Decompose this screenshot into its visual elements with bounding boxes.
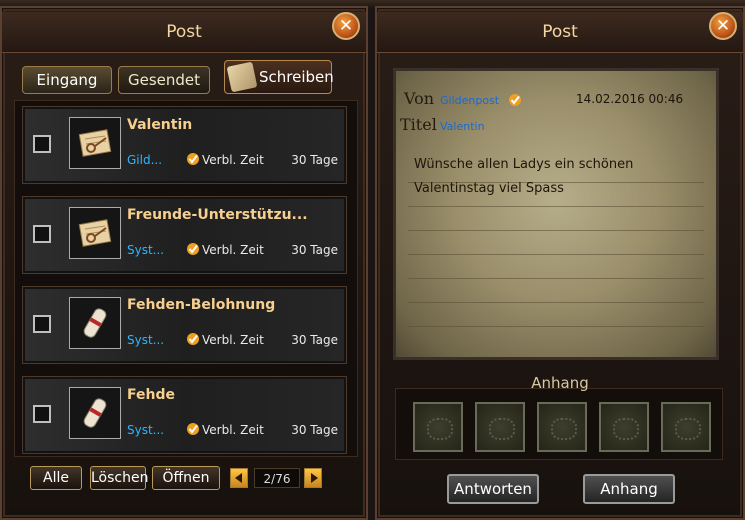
open-button[interactable]: Öffnen: [152, 466, 220, 490]
delete-button[interactable]: Löschen: [90, 466, 148, 490]
write-button[interactable]: Schreiben: [224, 60, 334, 94]
close-icon[interactable]: ✕: [332, 12, 360, 40]
mail-sender: Syst...: [127, 243, 165, 257]
mail-checkbox[interactable]: [33, 405, 51, 423]
close-icon[interactable]: ✕: [709, 12, 737, 40]
mail-thumbnail: [69, 207, 121, 259]
mail-title: Fehden-Belohnung: [127, 297, 276, 313]
mail-thumbnail: [69, 297, 121, 349]
mail-item[interactable]: Freunde-Unterstützu... Syst... Verbl. Ze…: [22, 196, 347, 274]
title-value: Valentin: [440, 120, 485, 133]
select-all-button[interactable]: Alle: [30, 466, 82, 490]
mail-title: Freunde-Unterstützu...: [127, 207, 308, 223]
message-date: 14.02.2016 00:46: [576, 92, 684, 106]
tab-gesendet[interactable]: Gesendet: [118, 66, 210, 94]
inbox-panel-title: Post: [2, 12, 366, 53]
mail-time-label: Verbl. Zeit: [202, 333, 264, 347]
scroll-quill-icon: [226, 61, 258, 93]
mail-checkbox[interactable]: [33, 135, 51, 153]
title-label: Titel: [400, 115, 437, 134]
mail-thumbnail: [69, 117, 121, 169]
mail-item[interactable]: Fehden-Belohnung Syst... Verbl. Zeit 30 …: [22, 286, 347, 364]
letter-key-icon: [78, 219, 112, 247]
tab-eingang[interactable]: Eingang: [22, 66, 112, 94]
mail-time-label: Verbl. Zeit: [202, 153, 264, 167]
mail-days: 30 Tage: [291, 333, 338, 347]
write-button-label: Schreiben: [259, 68, 334, 86]
mail-sender: Syst...: [127, 333, 165, 347]
mail-time-label: Verbl. Zeit: [202, 243, 264, 257]
message-panel-title: Post: [377, 12, 743, 53]
mail-item[interactable]: Fehde Syst... Verbl. Zeit 30 Tage: [22, 376, 347, 454]
attachment-slot[interactable]: [661, 402, 711, 452]
mail-title: Valentin: [127, 117, 193, 133]
scroll-icon: [83, 308, 107, 338]
mail-time-label: Verbl. Zeit: [202, 423, 264, 437]
message-line: Wünsche allen Ladys ein schönen: [414, 157, 634, 172]
message-line: Valentinstag viel Spass: [414, 181, 564, 196]
checkmark-icon: [187, 243, 199, 255]
mail-checkbox[interactable]: [33, 225, 51, 243]
mail-item[interactable]: Valentin Gild... Verbl. Zeit 30 Tage: [22, 106, 347, 184]
reply-button[interactable]: Antworten: [447, 474, 539, 504]
mail-days: 30 Tage: [291, 243, 338, 257]
checkmark-icon: [509, 94, 521, 106]
next-page-icon[interactable]: [304, 468, 322, 488]
attachment-slot[interactable]: [599, 402, 649, 452]
mail-title: Fehde: [127, 387, 175, 403]
attachment-slot[interactable]: [413, 402, 463, 452]
letter-paper: Von Gildenpost 14.02.2016 00:46 Titel Va…: [393, 68, 719, 360]
checkmark-icon: [187, 423, 199, 435]
message-panel: Post ✕ Von Gildenpost 14.02.2016 00:46 T…: [375, 6, 745, 520]
mail-thumbnail: [69, 387, 121, 439]
from-label: Von: [404, 89, 435, 108]
mail-checkbox[interactable]: [33, 315, 51, 333]
checkmark-icon: [187, 333, 199, 345]
mail-days: 30 Tage: [291, 423, 338, 437]
attachment-slot[interactable]: [475, 402, 525, 452]
from-value: Gildenpost: [440, 94, 500, 107]
attachment-title: Anhang: [531, 374, 589, 392]
mail-sender: Syst...: [127, 423, 165, 437]
scroll-icon: [83, 398, 107, 428]
checkmark-icon: [187, 153, 199, 165]
letter-key-icon: [78, 129, 112, 157]
attach-button[interactable]: Anhang: [583, 474, 675, 504]
mail-sender: Gild...: [127, 153, 163, 167]
mail-days: 30 Tage: [291, 153, 338, 167]
page-indicator: 2/76: [254, 468, 300, 488]
inbox-panel: Post ✕ Eingang Gesendet Schreiben Valent…: [0, 6, 368, 520]
prev-page-icon[interactable]: [230, 468, 248, 488]
attachment-slot[interactable]: [537, 402, 587, 452]
